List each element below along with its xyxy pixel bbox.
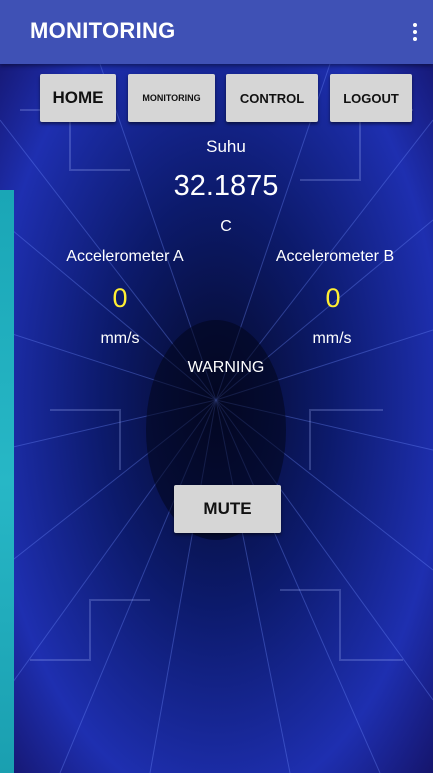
- monitoring-screen: MONITORING HOME MONITORING CONTROL LOGOU…: [0, 0, 433, 773]
- accelerometer-a-label: Accelerometer A: [66, 248, 184, 265]
- temperature-label: Suhu: [206, 137, 246, 156]
- monitoring-button[interactable]: MONITORING: [128, 74, 215, 122]
- app-bar-title: MONITORING: [30, 18, 176, 43]
- accelerometer-b-value: 0: [325, 283, 341, 313]
- accelerometer-a-value: 0: [112, 283, 128, 313]
- accelerometer-b-label: Accelerometer B: [275, 248, 395, 265]
- overflow-dot: [413, 37, 417, 41]
- accelerometer-a-unit: mm/s: [100, 330, 140, 347]
- app-bar: MONITORING: [0, 0, 433, 64]
- warning-status: WARNING: [187, 359, 265, 376]
- temperature-value: 32.1875: [173, 170, 279, 202]
- decorative-edge: [0, 190, 14, 773]
- overflow-menu-icon[interactable]: [403, 16, 427, 48]
- accelerometer-b-unit: mm/s: [312, 330, 352, 347]
- home-button[interactable]: HOME: [40, 74, 116, 122]
- mute-button[interactable]: MUTE: [174, 485, 281, 533]
- overflow-dot: [413, 23, 417, 27]
- logout-button[interactable]: LOGOUT: [330, 74, 412, 122]
- temperature-unit: C: [220, 218, 232, 235]
- overflow-dot: [413, 30, 417, 34]
- control-button[interactable]: CONTROL: [226, 74, 318, 122]
